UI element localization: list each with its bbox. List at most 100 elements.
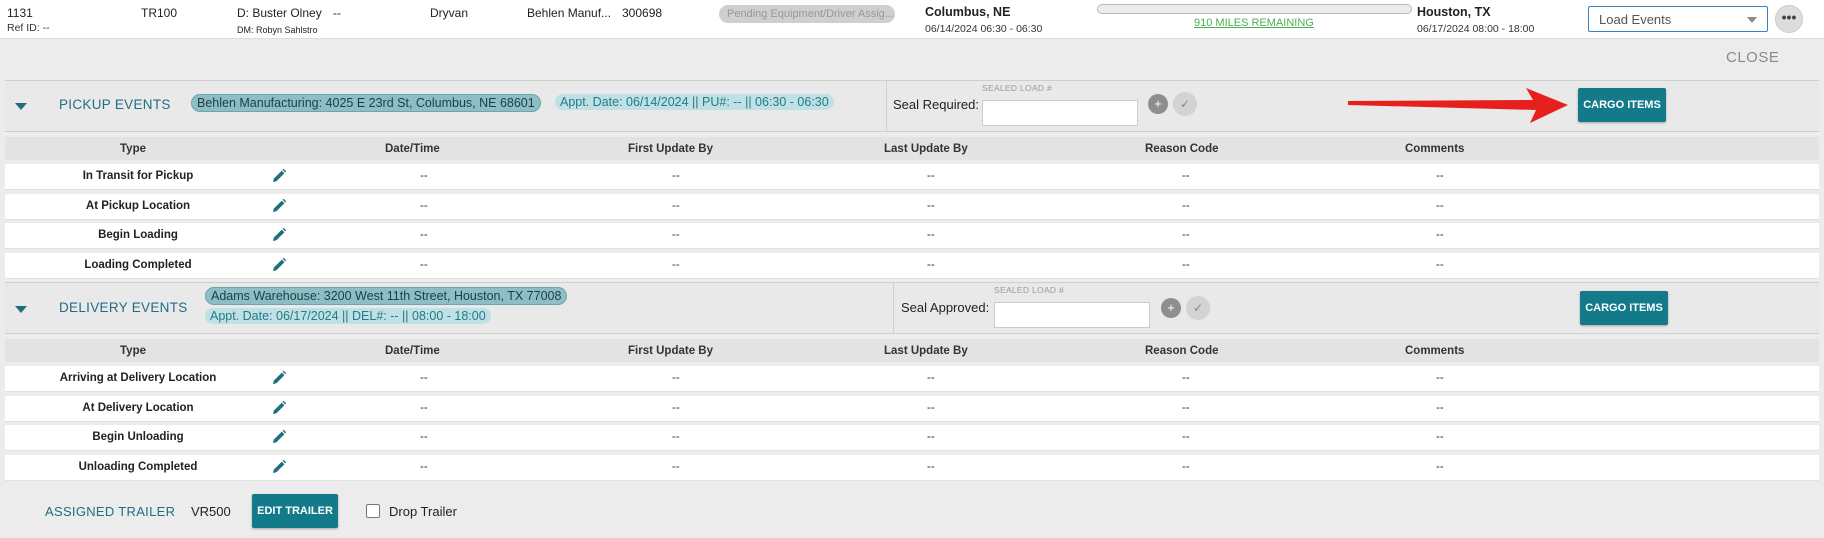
cell-comments: -- <box>1436 170 1444 182</box>
cell-datetime: -- <box>420 170 428 182</box>
view-select[interactable]: Load Events <box>1588 6 1768 32</box>
pencil-icon[interactable] <box>271 429 287 445</box>
event-type: At Pickup Location <box>85 199 191 212</box>
col-type: Type <box>120 345 146 357</box>
edit-trailer-button[interactable]: EDIT TRAILER <box>252 494 338 528</box>
cell-last: -- <box>927 401 935 414</box>
assigned-trailer-label: ASSIGNED TRAILER <box>45 504 176 519</box>
load-header: 1131 Ref ID: -- TR100 D: Buster Olney --… <box>0 0 1824 39</box>
pickup-cargo-items-button[interactable]: CARGO ITEMS <box>1578 88 1666 122</box>
cell-last: -- <box>927 170 935 182</box>
event-type: At Delivery Location <box>82 401 194 414</box>
table-row: Loading Completed -- -- -- -- -- <box>5 252 1819 279</box>
cell-comments: -- <box>1436 401 1444 414</box>
cell-comments: -- <box>1436 372 1444 384</box>
tractor-id: TR100 <box>141 6 178 20</box>
col-first-update: First Update By <box>628 143 713 155</box>
table-row: Begin Loading -- -- -- -- -- <box>5 223 1819 249</box>
col-type: Type <box>120 143 146 155</box>
cell-first: -- <box>672 372 680 384</box>
origin-city: Columbus, NE <box>925 5 1011 19</box>
dest-window: 06/17/2024 08:00 - 18:00 <box>1417 23 1535 35</box>
col-datetime: Date/Time <box>385 345 440 357</box>
delivery-appt-chip: Appt. Date: 06/17/2024 || DEL#: -- || 08… <box>205 308 491 324</box>
cell-comments: -- <box>1436 199 1444 212</box>
more-options-button[interactable]: ••• <box>1775 5 1803 33</box>
pencil-icon[interactable] <box>271 168 287 184</box>
cell-datetime: -- <box>420 372 428 384</box>
col-last-update: Last Update By <box>884 345 968 357</box>
table-row: At Delivery Location -- -- -- -- -- <box>5 395 1819 422</box>
table-row: Begin Unloading -- -- -- -- -- <box>5 425 1819 451</box>
plus-circle-icon[interactable]: + <box>1161 298 1181 318</box>
customer-name: Behlen Manuf... <box>527 6 612 20</box>
check-circle-icon[interactable]: ✓ <box>1173 92 1197 116</box>
table-row: Unloading Completed -- -- -- -- -- <box>5 454 1819 481</box>
event-type: Unloading Completed <box>78 460 198 473</box>
pencil-icon[interactable] <box>271 198 287 214</box>
chevron-down-icon[interactable] <box>15 103 27 110</box>
drop-trailer-checkbox[interactable] <box>366 504 380 518</box>
cell-datetime: -- <box>420 229 428 241</box>
ref-id: Ref ID: -- <box>7 22 50 34</box>
cell-comments: -- <box>1436 258 1444 271</box>
col-comments: Comments <box>1405 345 1465 357</box>
delivery-section-title[interactable]: DELIVERY EVENTS <box>59 300 188 315</box>
cell-comments: -- <box>1436 460 1444 473</box>
pencil-icon[interactable] <box>271 257 287 273</box>
load-number: 1131 <box>7 6 33 20</box>
cell-reason: -- <box>1182 372 1190 384</box>
cell-first: -- <box>672 229 680 241</box>
driver-name: D: Buster Olney <box>237 6 322 20</box>
cell-reason: -- <box>1182 199 1190 212</box>
pickup-address-chip: Behlen Manufacturing: 4025 E 23rd St, Co… <box>191 94 541 112</box>
view-select-value: Load Events <box>1599 12 1672 27</box>
col-last-update: Last Update By <box>884 143 968 155</box>
check-circle-icon[interactable]: ✓ <box>1186 296 1210 320</box>
driver-extra: -- <box>333 6 341 20</box>
cell-first: -- <box>672 170 680 182</box>
delivery-table-header: Type Date/Time First Update By Last Upda… <box>5 339 1819 362</box>
status-badge: Pending Equipment/Driver Assig... <box>719 5 895 23</box>
cell-first: -- <box>672 258 680 271</box>
col-reason-code: Reason Code <box>1145 143 1219 155</box>
dispatcher: DM: Robyn Sahlstro <box>237 25 318 35</box>
cell-last: -- <box>927 460 935 473</box>
chevron-down-icon[interactable] <box>15 306 27 313</box>
cell-last: -- <box>927 258 935 271</box>
table-row: Arriving at Delivery Location -- -- -- -- -- <box>5 366 1819 392</box>
pencil-icon[interactable] <box>271 370 287 386</box>
cell-reason: -- <box>1182 401 1190 414</box>
cell-datetime: -- <box>420 460 428 473</box>
pickup-section-title[interactable]: PICKUP EVENTS <box>59 97 171 112</box>
cell-reason: -- <box>1182 258 1190 271</box>
miles-remaining-link[interactable]: 910 MILES REMAINING <box>1194 17 1314 29</box>
cell-comments: -- <box>1436 229 1444 241</box>
sealed-load-input[interactable] <box>982 100 1138 126</box>
col-comments: Comments <box>1405 143 1465 155</box>
cell-first: -- <box>672 401 680 414</box>
cell-first: -- <box>672 199 680 212</box>
sealed-load-label: SEALED LOAD # <box>994 285 1065 295</box>
dest-city: Houston, TX <box>1417 5 1491 19</box>
divider <box>886 81 887 131</box>
pencil-icon[interactable] <box>271 459 287 475</box>
cell-reason: -- <box>1182 431 1190 443</box>
delivery-cargo-items-button[interactable]: CARGO ITEMS <box>1580 291 1668 325</box>
pickup-table-header: Type Date/Time First Update By Last Upda… <box>5 137 1819 160</box>
event-type: Loading Completed <box>84 258 192 271</box>
cell-last: -- <box>927 199 935 212</box>
cell-comments: -- <box>1436 431 1444 443</box>
route-progress-bar <box>1097 4 1412 14</box>
pencil-icon[interactable] <box>271 227 287 243</box>
plus-circle-icon[interactable]: + <box>1148 94 1168 114</box>
cell-datetime: -- <box>420 401 428 414</box>
cell-last: -- <box>927 431 935 443</box>
cell-first: -- <box>672 460 680 473</box>
close-button[interactable]: CLOSE <box>1726 49 1779 66</box>
cell-reason: -- <box>1182 229 1190 241</box>
sealed-load-input[interactable] <box>994 302 1150 328</box>
sealed-load-label: SEALED LOAD # <box>982 83 1053 93</box>
pencil-icon[interactable] <box>271 400 287 416</box>
delivery-address-chip: Adams Warehouse: 3200 West 11th Street, … <box>205 287 568 305</box>
